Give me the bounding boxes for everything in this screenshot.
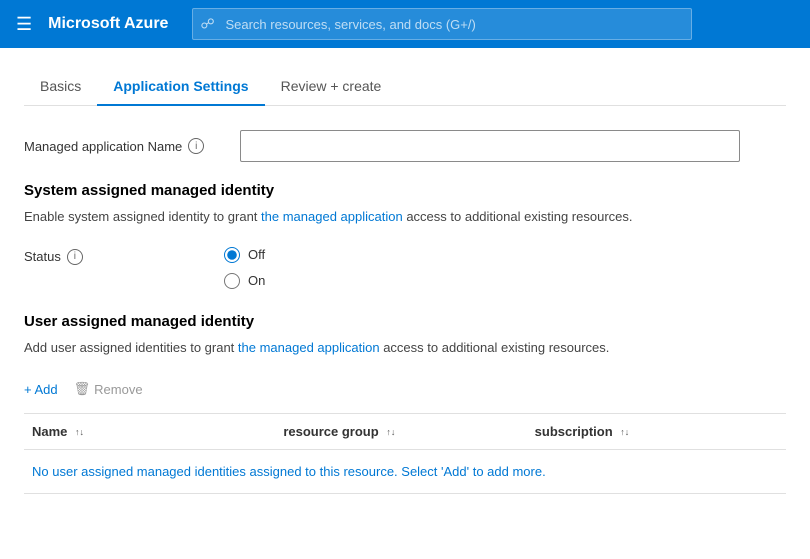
tab-basics[interactable]: Basics bbox=[24, 68, 97, 106]
managed-app-name-info-icon[interactable]: i bbox=[188, 138, 204, 154]
managed-app-name-input[interactable] bbox=[240, 130, 740, 162]
status-radio-group: Off On bbox=[224, 247, 265, 289]
col-sort-sub[interactable]: ↑↓ bbox=[620, 428, 629, 437]
col-header-name: Name ↑↓ bbox=[24, 424, 283, 439]
col-sort-name[interactable]: ↑↓ bbox=[75, 428, 84, 437]
table-header-row: Name ↑↓ resource group ↑↓ subscription ↑… bbox=[24, 414, 786, 450]
search-icon: ☍ bbox=[200, 16, 214, 33]
tab-application-settings[interactable]: Application Settings bbox=[97, 68, 264, 106]
system-identity-desc: Enable system assigned identity to grant… bbox=[24, 207, 786, 227]
remove-button[interactable]: 🗑 Remove bbox=[74, 377, 143, 401]
identity-toolbar: + Add 🗑 Remove bbox=[24, 377, 786, 401]
status-off-option[interactable]: Off bbox=[224, 247, 265, 263]
col-sort-rg[interactable]: ↑↓ bbox=[386, 428, 395, 437]
navbar: ☰ Microsoft Azure ☍ bbox=[0, 0, 810, 48]
table-empty-message: No user assigned managed identities assi… bbox=[24, 450, 786, 494]
tabs: Basics Application Settings Review + cre… bbox=[24, 68, 786, 106]
status-row: Status i Off On bbox=[24, 247, 786, 289]
status-info-icon[interactable]: i bbox=[67, 249, 83, 265]
remove-icon: 🗑 bbox=[74, 381, 91, 397]
tab-review-create[interactable]: Review + create bbox=[265, 68, 398, 106]
col-header-subscription: subscription ↑↓ bbox=[535, 424, 786, 439]
managed-app-name-label: Managed application Name i bbox=[24, 138, 224, 154]
system-identity-title: System assigned managed identity bbox=[24, 182, 786, 199]
search-input[interactable] bbox=[192, 8, 692, 40]
user-identity-title: User assigned managed identity bbox=[24, 313, 786, 330]
system-identity-link[interactable]: the managed application bbox=[261, 209, 403, 224]
identity-table: Name ↑↓ resource group ↑↓ subscription ↑… bbox=[24, 413, 786, 494]
add-button[interactable]: + Add bbox=[24, 378, 58, 401]
user-identity-link[interactable]: the managed application bbox=[238, 340, 380, 355]
hamburger-icon[interactable]: ☰ bbox=[12, 10, 36, 39]
col-header-resource-group: resource group ↑↓ bbox=[283, 424, 534, 439]
managed-app-name-row: Managed application Name i bbox=[24, 130, 786, 162]
main-content: Basics Application Settings Review + cre… bbox=[0, 48, 810, 514]
status-label: Status i bbox=[24, 247, 224, 265]
user-identity-desc: Add user assigned identities to grant th… bbox=[24, 338, 786, 358]
status-on-radio[interactable] bbox=[224, 273, 240, 289]
status-off-radio[interactable] bbox=[224, 247, 240, 263]
search-container: ☍ bbox=[192, 8, 692, 40]
brand-logo: Microsoft Azure bbox=[48, 15, 168, 33]
status-on-option[interactable]: On bbox=[224, 273, 265, 289]
